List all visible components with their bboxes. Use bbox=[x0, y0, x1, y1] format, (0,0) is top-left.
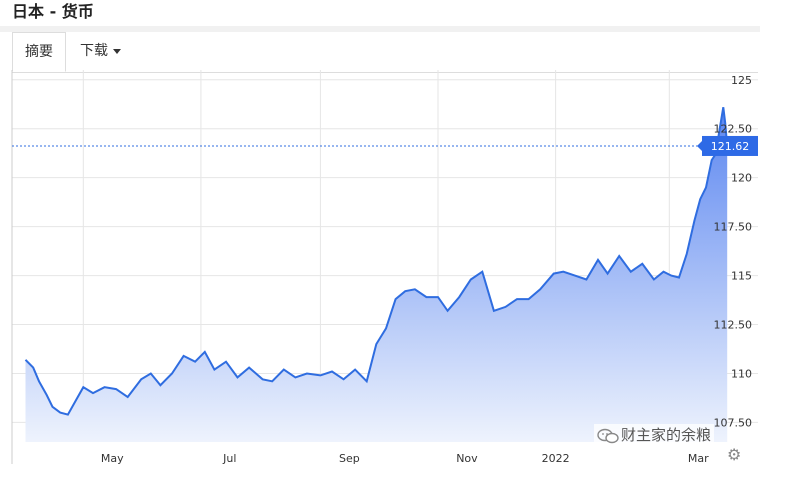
current-value-badge: 121.62 bbox=[697, 135, 758, 156]
y-tick-label: 112.50 bbox=[714, 319, 753, 332]
x-tick-label: Sep bbox=[339, 452, 360, 465]
x-tick-label: Nov bbox=[456, 452, 478, 465]
watermark: 财主家的余粮 bbox=[594, 424, 715, 445]
current-value-badge-pointer bbox=[697, 140, 702, 151]
x-tick-label: 2022 bbox=[542, 452, 570, 465]
gear-icon[interactable]: ⚙ bbox=[727, 445, 741, 464]
watermark-text: 财主家的余粮 bbox=[621, 426, 712, 444]
y-tick-label: 107.50 bbox=[714, 416, 753, 429]
current-value-label: 121.62 bbox=[711, 140, 750, 153]
x-tick-label: Jul bbox=[222, 452, 236, 465]
y-tick-label: 125 bbox=[731, 74, 752, 87]
caret-down-icon bbox=[113, 48, 121, 54]
y-tick-label: 122.50 bbox=[714, 123, 753, 136]
currency-chart[interactable]: 107.50 110 112.50 115 117.50 120 122.50 125 May… bbox=[0, 60, 792, 486]
y-tick-label: 117.50 bbox=[714, 221, 753, 234]
y-tick-label: 120 bbox=[731, 172, 752, 185]
x-tick-label: Mar bbox=[688, 452, 709, 465]
tab-download-label: 下载 bbox=[80, 43, 108, 59]
x-tick-label: May bbox=[101, 452, 124, 465]
wechat-icon bbox=[597, 428, 619, 443]
x-axis: May Jul Sep Nov 2022 Mar bbox=[101, 452, 709, 465]
y-tick-label: 115 bbox=[731, 270, 752, 283]
page-title: 日本 - 货币 bbox=[12, 2, 94, 21]
chart-area[interactable]: 107.50 110 112.50 115 117.50 120 122.50 125 May… bbox=[0, 60, 792, 486]
y-tick-label: 110 bbox=[731, 367, 752, 380]
